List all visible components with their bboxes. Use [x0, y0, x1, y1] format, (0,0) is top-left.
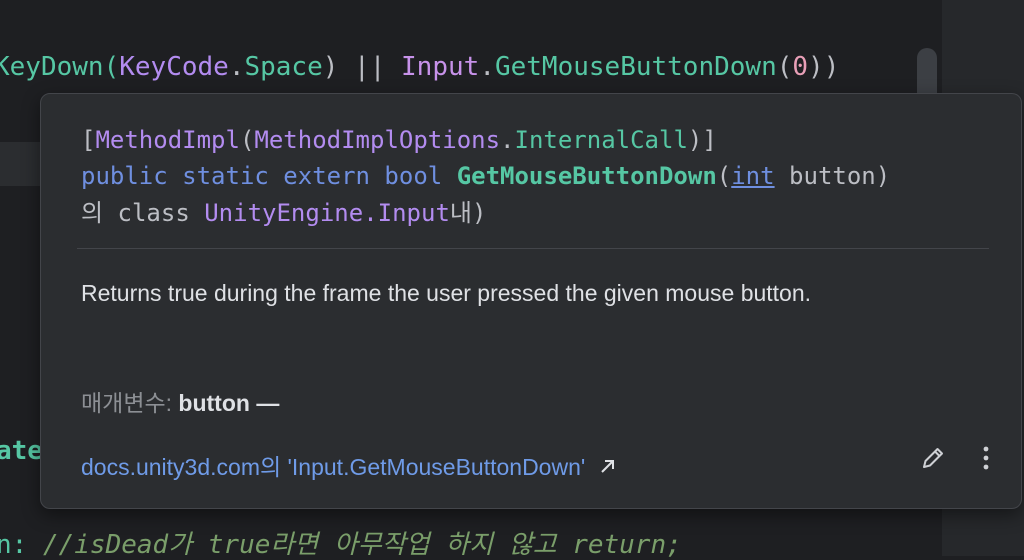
sig-token: . [363, 199, 378, 227]
sig-token: ( [239, 126, 255, 154]
code-token: KeyDown( [0, 52, 120, 82]
code-token: )) [808, 52, 840, 82]
parameters-label: 매개변수: [81, 390, 173, 416]
edit-pencil-icon[interactable] [919, 444, 947, 472]
attribute-value: InternalCall [514, 126, 688, 154]
sig-token: . [500, 126, 515, 154]
code-token: Space [244, 52, 323, 82]
method-description: Returns true during the frame the user p… [81, 280, 812, 306]
sig-token: [ [81, 126, 96, 154]
more-options-icon[interactable] [973, 444, 999, 472]
code-token: KeyCode [119, 52, 229, 82]
section-divider [77, 248, 989, 249]
signature-containing-class-line: 의 class UnityEngine.Input내) [81, 198, 486, 228]
attribute-name: MethodImpl [95, 126, 240, 154]
parameters-row: 매개변수: button — [81, 384, 279, 418]
quick-documentation-popup[interactable]: [MethodImpl(MethodImplOptions.InternalCa… [40, 93, 1022, 509]
sig-token: 의 class [81, 199, 205, 227]
parameter-name: button [178, 390, 250, 416]
sig-token: )] [687, 126, 717, 154]
sig-token: 내) [449, 199, 487, 227]
signature-modifiers: public static extern bool [81, 162, 457, 190]
current-line-highlight [0, 142, 42, 186]
parameter-dash: — [249, 390, 280, 416]
code-token: 0 [792, 52, 809, 82]
class-name: Input [377, 199, 450, 227]
signature-attribute-line: [MethodImpl(MethodImplOptions.InternalCa… [81, 125, 717, 155]
attribute-options: MethodImplOptions [254, 126, 501, 154]
param-type-link[interactable]: int [731, 162, 774, 190]
code-token: . [228, 52, 245, 82]
code-fragment[interactable]: ate [0, 436, 43, 466]
code-token: Input [401, 52, 480, 82]
external-doc-link[interactable]: docs.unity3d.com의 'Input.GetMouseButtonD… [81, 454, 585, 480]
external-link-arrow-icon[interactable] [598, 455, 618, 482]
sig-token: ( [716, 162, 732, 190]
code-line-input-check[interactable]: KeyDown(KeyCode.Space) || Input.GetMouse… [0, 52, 839, 82]
code-token: GetMouseButtonDown [494, 52, 777, 82]
external-doc-link-row[interactable]: docs.unity3d.com의 'Input.GetMouseButtonD… [81, 448, 618, 482]
code-token: ( [776, 52, 793, 82]
param-rest: button) [774, 162, 891, 190]
code-token: . [479, 52, 495, 82]
method-name: GetMouseButtonDown [456, 162, 717, 190]
namespace-name: UnityEngine [204, 199, 364, 227]
signature-declaration-line: public static extern bool GetMouseButton… [81, 161, 890, 191]
code-token: ) || [322, 52, 402, 82]
